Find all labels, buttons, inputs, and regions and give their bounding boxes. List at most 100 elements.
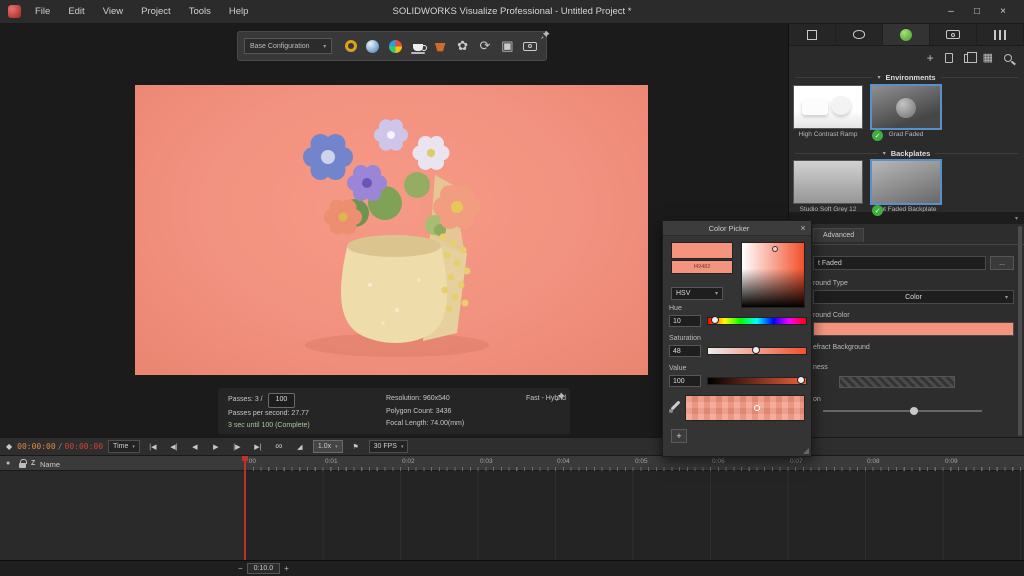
menu-edit[interactable]: Edit xyxy=(68,6,84,17)
sv-marker[interactable] xyxy=(772,246,778,252)
stats-pin-icon[interactable] xyxy=(556,392,565,407)
slider-handle[interactable] xyxy=(752,346,760,354)
ease-ramp-icon[interactable]: ◢ xyxy=(292,440,308,454)
ruler-tick: 0:07 xyxy=(790,458,803,465)
maximize-button[interactable]: □ xyxy=(964,0,990,24)
tab-scenes[interactable] xyxy=(883,24,930,45)
loop-button[interactable]: ∞ xyxy=(271,440,287,454)
lock-icon[interactable] xyxy=(19,463,26,468)
resize-grip[interactable]: ◢ xyxy=(803,446,809,455)
saturation-value-square[interactable] xyxy=(741,242,805,308)
search-icon[interactable] xyxy=(1004,54,1012,62)
render-canvas[interactable] xyxy=(135,85,648,375)
menu-view[interactable]: View xyxy=(103,6,123,17)
configuration-dropdown[interactable]: Base Configuration ▾ xyxy=(244,38,332,54)
add-icon[interactable]: + xyxy=(927,52,934,64)
grid-view-icon[interactable]: ▦ xyxy=(983,53,993,64)
minimize-button[interactable]: – xyxy=(938,0,964,24)
background-type-dropdown[interactable]: Color ▾ xyxy=(813,290,1014,304)
menu-tools[interactable]: Tools xyxy=(189,6,211,17)
browse-button[interactable]: ... xyxy=(990,256,1014,270)
value-input[interactable]: 100 xyxy=(669,375,701,387)
fps-dropdown[interactable]: 30 FPS ▾ xyxy=(369,440,409,453)
duplicate-icon[interactable] xyxy=(964,54,972,63)
close-button[interactable]: × xyxy=(990,0,1016,24)
backplates-section-header[interactable]: ▾ Backplates xyxy=(789,146,1024,160)
total-time: 00:00:00 xyxy=(65,442,104,451)
value-slider[interactable] xyxy=(707,377,807,385)
tab-advanced[interactable]: Advanced xyxy=(813,228,864,242)
skip-end-button[interactable]: ▶| xyxy=(250,440,266,454)
menu-file[interactable]: File xyxy=(35,6,50,17)
environment-item-selected[interactable]: ✓ Grad Faded xyxy=(871,85,941,138)
timeline-ruler[interactable]: :00 0:01 0:02 0:03 0:04 0:05 0:06 0:07 0… xyxy=(245,456,1024,471)
background-type-value: Color xyxy=(905,294,922,301)
passes-limit-field[interactable]: 100 xyxy=(268,393,296,408)
flag-icon[interactable]: ⚑ xyxy=(348,440,364,454)
hue-slider[interactable] xyxy=(707,317,807,325)
zigzag-icon[interactable]: Z xyxy=(31,460,35,467)
cup-icon[interactable] xyxy=(408,35,428,58)
texture-color-preview[interactable] xyxy=(685,395,805,421)
saturation-slider[interactable] xyxy=(707,347,807,355)
speed-dropdown[interactable]: 1.0x ▾ xyxy=(313,440,343,453)
backplate-item-selected[interactable]: ✓ oint Faded Backplate xyxy=(871,160,941,213)
zoom-in-button[interactable]: + xyxy=(284,564,289,573)
sphere-icon xyxy=(366,40,379,53)
eyedropper-icon[interactable] xyxy=(669,399,681,413)
slider-handle[interactable] xyxy=(797,376,805,384)
environment-item[interactable]: High Contrast Ramp xyxy=(793,85,863,138)
collapsed-section-header[interactable]: ▾ xyxy=(789,212,1024,224)
environments-title: Environments xyxy=(886,73,936,82)
tab-appearances[interactable] xyxy=(836,24,883,45)
frame-forward-button[interactable]: |▶ xyxy=(229,440,245,454)
saturation-input[interactable]: 48 xyxy=(669,345,701,357)
timeline-mode-dropdown[interactable]: Time ▾ xyxy=(108,440,140,453)
close-icon[interactable]: × xyxy=(795,223,811,233)
environment-sphere-icon[interactable] xyxy=(363,35,383,58)
timeline-lane[interactable] xyxy=(245,471,1024,560)
tab-cameras[interactable] xyxy=(930,24,977,45)
backplate-item[interactable]: Studio Soft Grey 12 xyxy=(793,160,863,213)
environments-list: High Contrast Ramp ✓ Grad Faded xyxy=(793,85,941,138)
add-color-button[interactable]: + xyxy=(671,429,687,443)
skip-start-button[interactable]: |◀ xyxy=(145,440,161,454)
menu-project[interactable]: Project xyxy=(141,6,171,17)
environments-section-header[interactable]: ▾ Environments xyxy=(789,70,1024,84)
color-wheel-icon[interactable] xyxy=(385,35,405,58)
chevron-down-icon: ▾ xyxy=(323,43,326,50)
tab-models[interactable] xyxy=(789,24,836,45)
panel-scrollbar[interactable] xyxy=(1018,226,1022,436)
paint-bucket-icon[interactable] xyxy=(430,35,450,58)
model-cube-icon[interactable]: ▣ xyxy=(497,35,517,58)
render-ring-icon[interactable] xyxy=(340,35,360,58)
slider-handle[interactable] xyxy=(711,316,719,324)
tab-layers[interactable] xyxy=(977,24,1024,45)
pin-icon[interactable] xyxy=(541,26,550,44)
camera-export-icon[interactable] xyxy=(520,35,540,58)
background-color-swatch[interactable] xyxy=(813,322,1014,336)
play-reverse-button[interactable]: ◀ xyxy=(187,440,203,454)
grapes-icon[interactable]: ✿ xyxy=(452,35,472,58)
hue-input[interactable]: 10 xyxy=(669,315,701,327)
zoom-out-button[interactable]: − xyxy=(238,564,243,573)
chevron-down-icon: ▾ xyxy=(1015,215,1018,222)
new-file-icon[interactable] xyxy=(945,53,953,63)
playhead[interactable] xyxy=(244,456,246,560)
frame-back-button[interactable]: ◀| xyxy=(166,440,182,454)
ruler-tick: :00 xyxy=(247,458,256,465)
reset-refresh-icon[interactable]: ⟳ xyxy=(475,35,495,58)
keyframe-icon[interactable]: ◆ xyxy=(6,442,12,451)
play-button[interactable]: ▶ xyxy=(208,440,224,454)
record-dot-icon[interactable]: ● xyxy=(6,460,10,467)
color-mode-dropdown[interactable]: HSV ▾ xyxy=(671,287,723,300)
scene-name-field[interactable]: t Faded xyxy=(813,256,986,270)
rotation-slider[interactable] xyxy=(823,406,982,416)
render-stats-overlay: Passes: 3 / 100 Passes per second: 27.77… xyxy=(218,388,570,434)
slider-handle[interactable] xyxy=(910,407,918,415)
time-separator: / xyxy=(58,442,63,451)
timeline-body[interactable] xyxy=(0,471,1024,560)
menu-help[interactable]: Help xyxy=(229,6,249,17)
columns-icon xyxy=(994,30,1006,40)
timeline-duration-field[interactable]: 0:10.0 xyxy=(247,563,280,574)
